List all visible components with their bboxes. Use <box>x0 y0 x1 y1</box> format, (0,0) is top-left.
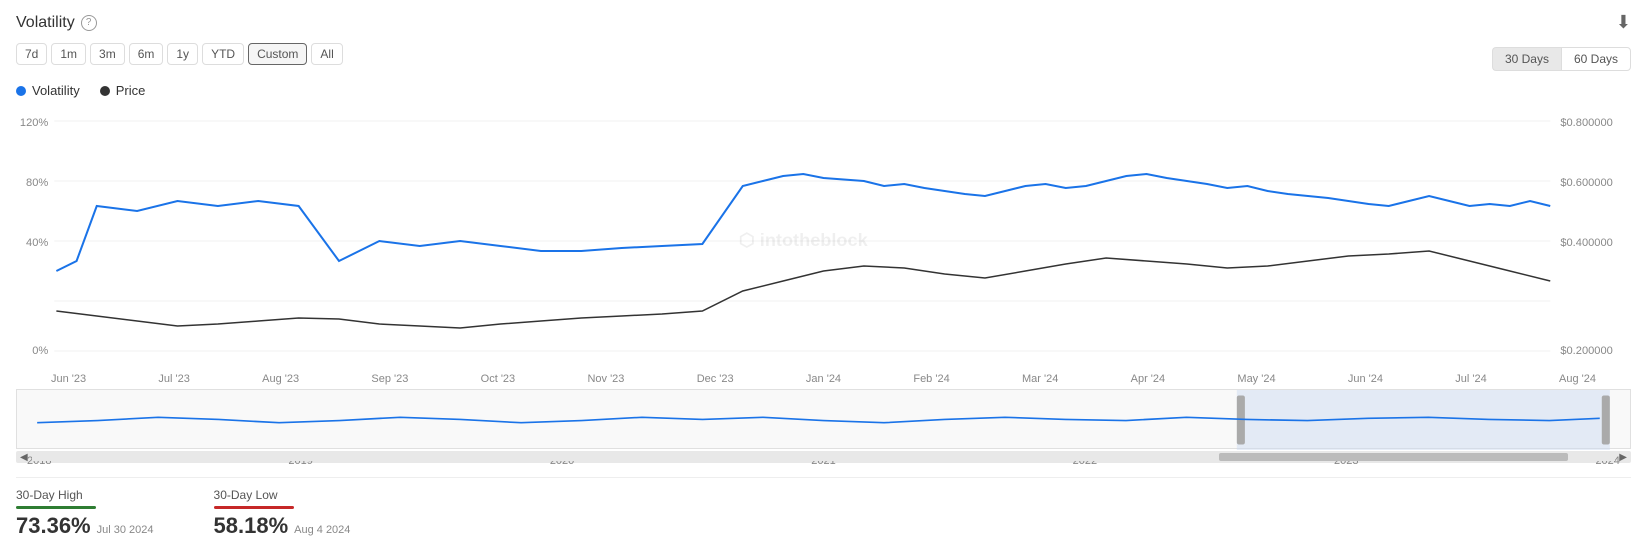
x-label-sep23: Sep '23 <box>371 373 408 385</box>
info-icon[interactable]: ? <box>81 15 97 31</box>
stat-high-date: Jul 30 2024 <box>97 524 154 536</box>
filter-custom[interactable]: Custom <box>248 43 307 65</box>
window-button-group: 30 Days 60 Days <box>1492 47 1631 71</box>
main-chart-svg: 120% 80% 40% 0% $0.800000 $0.600000 $0.4… <box>16 106 1631 366</box>
svg-text:$0.200000: $0.200000 <box>1560 345 1612 357</box>
svg-text:⬡ intotheblock: ⬡ intotheblock <box>739 230 869 250</box>
chart-legend: Volatility Price <box>16 83 1631 98</box>
filter-1y[interactable]: 1y <box>167 43 198 65</box>
x-label-dec23: Dec '23 <box>697 373 734 385</box>
svg-text:0%: 0% <box>32 345 48 357</box>
mini-chart-area: 2018 2019 2020 2021 2022 2023 2024 <box>16 389 1631 449</box>
filter-ytd[interactable]: YTD <box>202 43 244 65</box>
svg-text:40%: 40% <box>26 237 48 249</box>
x-label-jun24: Jun '24 <box>1348 373 1383 385</box>
filter-7d[interactable]: 7d <box>16 43 47 65</box>
window-60-days[interactable]: 60 Days <box>1561 47 1631 71</box>
filter-1m[interactable]: 1m <box>51 43 86 65</box>
legend-volatility-dot <box>16 86 26 96</box>
x-label-jan24: Jan '24 <box>806 373 841 385</box>
x-label-oct23: Oct '23 <box>481 373 516 385</box>
stat-high-label: 30-Day High <box>16 488 154 502</box>
stat-low-label: 30-Day Low <box>214 488 351 502</box>
stat-high-line <box>16 506 96 509</box>
filter-6m[interactable]: 6m <box>129 43 164 65</box>
stat-30day-low: 30-Day Low 58.18% Aug 4 2024 <box>214 488 351 539</box>
x-label-mar24: Mar '24 <box>1022 373 1058 385</box>
x-label-jul23: Jul '23 <box>158 373 189 385</box>
stat-high-value: 73.36% <box>16 513 91 539</box>
svg-text:$0.800000: $0.800000 <box>1560 117 1612 129</box>
download-icon[interactable]: ⬇ <box>1616 12 1631 33</box>
svg-text:80%: 80% <box>26 177 48 189</box>
stat-low-date: Aug 4 2024 <box>294 524 350 536</box>
stats-section: 30-Day High 73.36% Jul 30 2024 30-Day Lo… <box>16 477 1631 539</box>
x-label-aug23: Aug '23 <box>262 373 299 385</box>
legend-price-dot <box>100 86 110 96</box>
svg-text:$0.400000: $0.400000 <box>1560 237 1612 249</box>
chart-title: Volatility <box>16 14 75 32</box>
window-30-days[interactable]: 30 Days <box>1492 47 1561 71</box>
stat-low-value: 58.18% <box>214 513 289 539</box>
scroll-thumb[interactable] <box>1219 453 1567 461</box>
x-label-nov23: Nov '23 <box>587 373 624 385</box>
x-label-apr24: Apr '24 <box>1131 373 1166 385</box>
stat-30day-high: 30-Day High 73.36% Jul 30 2024 <box>16 488 154 539</box>
main-chart-area: 120% 80% 40% 0% $0.800000 $0.600000 $0.4… <box>16 106 1631 385</box>
svg-text:120%: 120% <box>20 117 49 129</box>
x-label-feb24: Feb '24 <box>913 373 949 385</box>
legend-price: Price <box>100 83 146 98</box>
x-label-aug24: Aug '24 <box>1559 373 1596 385</box>
stat-low-line <box>214 506 294 509</box>
x-label-jul24: Jul '24 <box>1455 373 1486 385</box>
svg-text:$0.600000: $0.600000 <box>1560 177 1612 189</box>
x-label-may24: May '24 <box>1237 373 1275 385</box>
filter-all[interactable]: All <box>311 43 342 65</box>
x-axis: Jun '23 Jul '23 Aug '23 Sep '23 Oct '23 … <box>16 369 1631 385</box>
mini-chart-svg <box>17 390 1630 450</box>
time-filter-bar: 7d 1m 3m 6m 1y YTD Custom All <box>16 43 343 65</box>
legend-volatility: Volatility <box>16 83 80 98</box>
filter-3m[interactable]: 3m <box>90 43 125 65</box>
x-label-jun23: Jun '23 <box>51 373 86 385</box>
